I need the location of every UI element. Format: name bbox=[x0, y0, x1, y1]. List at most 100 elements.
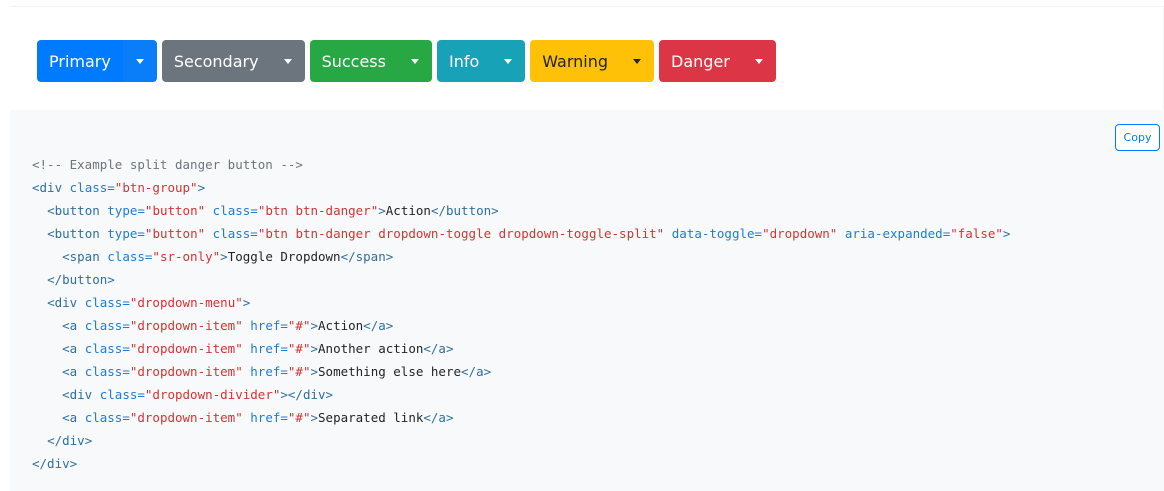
code-token: "#" bbox=[287, 341, 311, 356]
code-token: "dropdown-menu" bbox=[129, 295, 243, 310]
code-token: > bbox=[310, 318, 319, 333]
secondary-dropdown-toggle[interactable] bbox=[270, 40, 305, 82]
code-token: <button bbox=[47, 203, 108, 218]
info-split-button: Info bbox=[436, 40, 526, 82]
code-token: "button" bbox=[144, 226, 206, 241]
code-token: href= bbox=[250, 410, 288, 425]
caret-down-icon bbox=[504, 58, 513, 64]
copy-button[interactable]: Copy bbox=[1115, 124, 1160, 151]
code-token: "#" bbox=[287, 364, 311, 379]
code-token: </span> bbox=[340, 249, 394, 264]
warning-dropdown-toggle[interactable] bbox=[620, 40, 655, 82]
code-token: > bbox=[310, 410, 319, 425]
code-token: </div> bbox=[47, 433, 93, 448]
code-token: "dropdown-item" bbox=[129, 341, 243, 356]
code-token: ></div> bbox=[280, 387, 334, 402]
primary-button[interactable]: Primary bbox=[37, 40, 123, 82]
info-dropdown-toggle[interactable] bbox=[491, 40, 526, 82]
code-line: <div class="btn-group"> bbox=[32, 176, 1010, 199]
caret-down-icon bbox=[410, 58, 419, 64]
secondary-button[interactable]: Secondary bbox=[161, 40, 271, 82]
code-lines: <!-- Example split danger button --> <div… bbox=[32, 153, 1010, 475]
code-token: <div bbox=[47, 295, 85, 310]
danger-dropdown-toggle[interactable] bbox=[741, 40, 776, 82]
code-token: <div bbox=[32, 180, 70, 195]
success-dropdown-toggle[interactable] bbox=[397, 40, 432, 82]
code-token: type= bbox=[107, 226, 145, 241]
code-token: > bbox=[310, 364, 319, 379]
warning-button[interactable]: Warning bbox=[530, 40, 621, 82]
caret-down-icon bbox=[754, 58, 763, 64]
code-token: href= bbox=[250, 318, 288, 333]
code-line: <div class="dropdown-divider"></div> bbox=[32, 383, 1010, 406]
primary-dropdown-toggle[interactable] bbox=[122, 40, 157, 82]
code-token: "#" bbox=[287, 410, 311, 425]
success-split-button: Success bbox=[309, 40, 432, 82]
caret-down-icon bbox=[135, 58, 144, 64]
code-token: class= bbox=[84, 318, 130, 333]
code-token: class= bbox=[84, 364, 130, 379]
code-token: "btn btn-danger" bbox=[257, 203, 379, 218]
code-token: > bbox=[197, 180, 206, 195]
code-line: <div class="dropdown-menu"> bbox=[32, 291, 1010, 314]
code-token: class= bbox=[212, 226, 258, 241]
code-token: href= bbox=[250, 364, 288, 379]
code-token: Toggle Dropdown bbox=[227, 249, 341, 264]
code-token: > bbox=[242, 295, 251, 310]
code-token: <a bbox=[62, 318, 85, 333]
code-line: <button type="button" class="btn btn-dan… bbox=[32, 222, 1010, 245]
code-token: Another action bbox=[318, 341, 424, 356]
code-token: <div bbox=[62, 387, 100, 402]
code-token: > bbox=[310, 341, 319, 356]
danger-button[interactable]: Danger bbox=[659, 40, 742, 82]
code-token: </a> bbox=[423, 341, 454, 356]
code-token: class= bbox=[84, 295, 130, 310]
code-token: class= bbox=[212, 203, 258, 218]
code-token: </div> bbox=[32, 456, 78, 471]
code-token: "#" bbox=[287, 318, 311, 333]
code-token: > bbox=[378, 203, 386, 218]
code-line: </div> bbox=[32, 429, 1010, 452]
primary-split-button: Primary bbox=[37, 40, 157, 82]
code-line: </div> bbox=[32, 452, 1010, 475]
code-token: "dropdown-item" bbox=[129, 318, 243, 333]
warning-split-button: Warning bbox=[530, 40, 655, 82]
code-token: </button> bbox=[430, 203, 499, 218]
code-snippet: Copy <!-- Example split danger button --… bbox=[10, 110, 1164, 491]
code-token: "dropdown-item" bbox=[129, 410, 243, 425]
code-token: Separated link bbox=[318, 410, 424, 425]
example-preview: Primary Secondary Success Info Warning D… bbox=[10, 6, 1164, 110]
code-token: "dropdown-divider" bbox=[144, 387, 281, 402]
success-button[interactable]: Success bbox=[309, 40, 398, 82]
code-line: <a class="dropdown-item" href="#">Action… bbox=[32, 314, 1010, 337]
code-token: class= bbox=[107, 249, 153, 264]
code-token: "sr-only" bbox=[152, 249, 221, 264]
code-line: <!-- Example split danger button --> bbox=[32, 153, 1010, 176]
code-token: <a bbox=[62, 410, 85, 425]
code-line: <a class="dropdown-item" href="#">Anothe… bbox=[32, 337, 1010, 360]
code-token: "dropdown-item" bbox=[129, 364, 243, 379]
info-button[interactable]: Info bbox=[436, 40, 492, 82]
code-token: href= bbox=[250, 341, 288, 356]
code-line: <a class="dropdown-item" href="#">Someth… bbox=[32, 360, 1010, 383]
code-line: <span class="sr-only">Toggle Dropdown</s… bbox=[32, 245, 1010, 268]
code-token: <a bbox=[62, 364, 85, 379]
code-line: </button> bbox=[32, 268, 1010, 291]
code-line: <button type="button" class="btn btn-dan… bbox=[32, 199, 1010, 222]
code-token: class= bbox=[84, 410, 130, 425]
code-token: </button> bbox=[47, 272, 115, 287]
code-token: "dropdown" bbox=[762, 226, 838, 241]
code-token: Action bbox=[385, 203, 431, 218]
code-line: <a class="dropdown-item" href="#">Separa… bbox=[32, 406, 1010, 429]
